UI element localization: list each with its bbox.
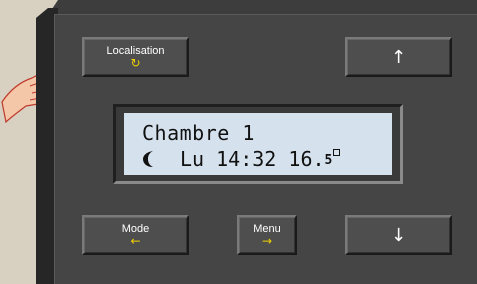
up-button[interactable]: ↑ — [345, 37, 452, 77]
temperature-value: 16. — [288, 147, 325, 171]
localisation-button[interactable]: Localisation ↻ — [82, 37, 189, 77]
lcd-display: Chambre 1 Lu 14:32 16.5 — [124, 113, 392, 175]
arrow-down-icon: ↓ — [390, 225, 407, 246]
arrow-up-icon: ↑ — [390, 47, 407, 68]
degree-icon — [333, 149, 341, 156]
time-label: 14:32 — [216, 147, 277, 171]
status-line: Lu 14:32 16.5 — [142, 147, 341, 173]
menu-button[interactable]: Menu → — [237, 215, 297, 255]
lcd-frame: Chambre 1 Lu 14:32 16.5 — [113, 104, 403, 184]
day-label: Lu — [180, 147, 205, 171]
thermostat-stage: Localisation ↻ ↑ Chambre 1 Lu 14:32 16.5… — [0, 0, 477, 284]
room-name: Chambre 1 — [142, 121, 255, 145]
down-button[interactable]: ↓ — [345, 215, 452, 255]
mode-button[interactable]: Mode ← — [82, 215, 189, 255]
moon-icon — [143, 151, 153, 167]
arrow-right-icon: → — [261, 234, 273, 248]
rotate-icon: ↻ — [130, 56, 141, 70]
arrow-left-icon: ← — [130, 234, 141, 248]
temperature-decimal: 5 — [324, 153, 333, 168]
